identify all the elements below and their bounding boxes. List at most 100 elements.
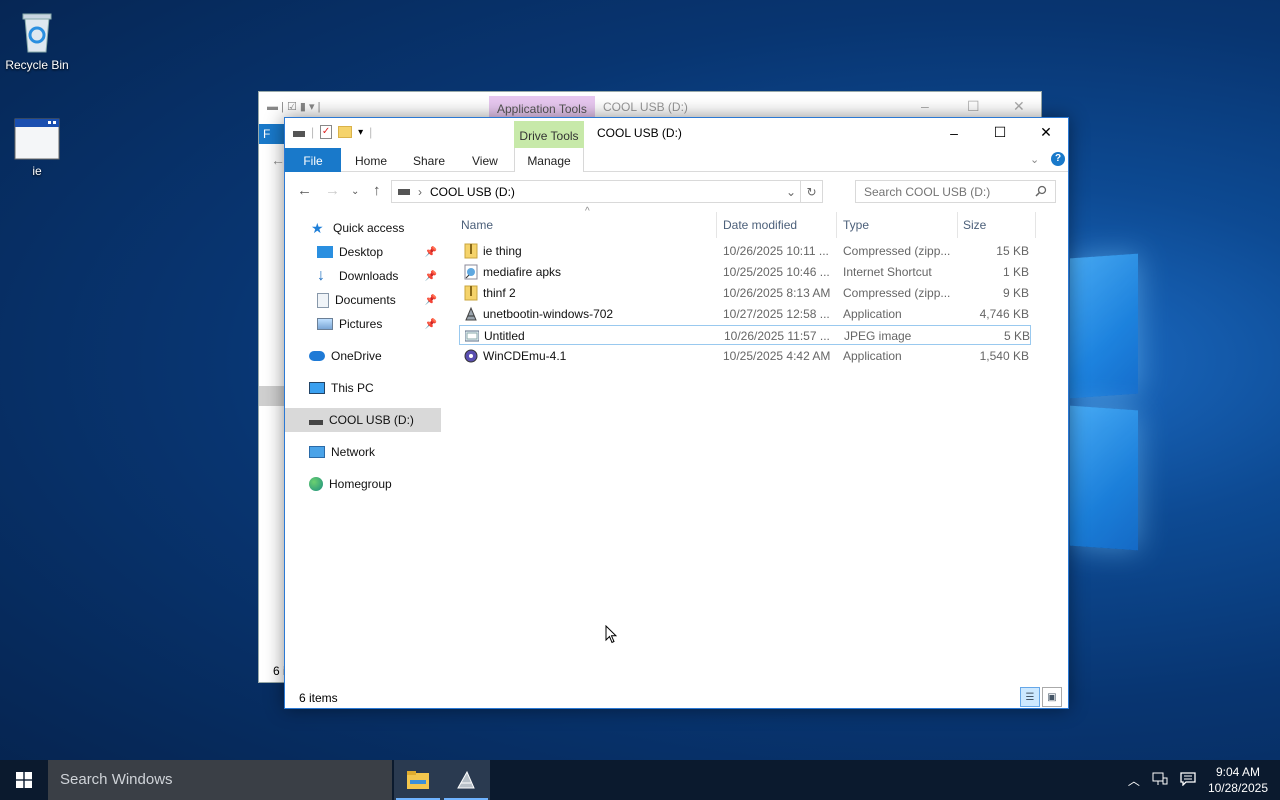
tab-manage[interactable]: Manage bbox=[514, 148, 584, 172]
pin-icon[interactable]: 📌 bbox=[425, 247, 437, 258]
column-header-name[interactable]: Name bbox=[457, 212, 715, 238]
file-name: thinf 2 bbox=[483, 286, 516, 300]
close-button[interactable]: ✕ bbox=[1023, 118, 1069, 147]
taskbar-search-box[interactable]: Search Windows bbox=[48, 760, 392, 800]
network-status-icon[interactable] bbox=[1152, 772, 1168, 789]
homegroup-icon bbox=[309, 477, 323, 491]
column-header-size[interactable]: Size bbox=[959, 212, 1035, 238]
tab-home[interactable]: Home bbox=[355, 148, 387, 172]
file-date: 10/26/2025 10:11 ... bbox=[723, 244, 829, 258]
file-name: ie thing bbox=[483, 244, 522, 258]
drive-icon bbox=[398, 188, 410, 195]
title-bar[interactable]: | ✓ ▾ | Drive Tools COOL USB (D:) – ☐ ✕ bbox=[285, 118, 1068, 148]
details-view-icon[interactable]: ☰ bbox=[1020, 687, 1040, 707]
file-type: Application bbox=[843, 307, 902, 321]
nav-item-homegroup[interactable]: Homegroup bbox=[285, 472, 441, 496]
column-header-date[interactable]: Date modified bbox=[719, 212, 837, 238]
desktop-icon-recycle-bin[interactable]: Recycle Bin bbox=[0, 8, 74, 72]
taskbar-file-explorer[interactable] bbox=[394, 760, 442, 800]
file-size: 1 KB bbox=[1002, 265, 1029, 279]
tab-file[interactable]: File bbox=[285, 148, 341, 172]
ribbon-tabs: File Home Share View Manage ⌄ ? bbox=[285, 148, 1068, 172]
help-icon[interactable]: ? bbox=[1051, 152, 1065, 166]
address-dropdown-icon[interactable]: ⌄ bbox=[786, 185, 796, 199]
large-icons-view-icon[interactable]: ▣ bbox=[1042, 687, 1062, 707]
application-icon bbox=[464, 348, 478, 364]
file-date: 10/26/2025 8:13 AM bbox=[723, 286, 831, 300]
show-hidden-icons-icon[interactable]: ︿ bbox=[1128, 772, 1140, 789]
desktop-icon-ie[interactable]: ie bbox=[0, 118, 74, 178]
chevron-right-icon[interactable]: › bbox=[418, 185, 422, 199]
back-arrow-icon[interactable]: ← bbox=[297, 182, 312, 199]
navigation-pane: ★ Quick access Desktop 📌 ↓ Downloads 📌 D… bbox=[285, 212, 441, 682]
file-row[interactable]: ie thing 10/26/2025 10:11 ... Compressed… bbox=[459, 241, 1031, 261]
back-window-title: COOL USB (D:) bbox=[603, 100, 688, 114]
system-tray: ︿ 9:04 AM 10/28/2025 bbox=[1128, 760, 1268, 800]
file-row[interactable]: thinf 2 10/26/2025 8:13 AM Compressed (z… bbox=[459, 283, 1031, 303]
nav-item-network[interactable]: Network bbox=[285, 440, 441, 464]
file-explorer-window[interactable]: | ✓ ▾ | Drive Tools COOL USB (D:) – ☐ ✕ … bbox=[284, 117, 1069, 709]
maximize-button[interactable]: ☐ bbox=[977, 118, 1023, 147]
recent-locations-icon[interactable]: ⌄ bbox=[351, 186, 359, 197]
column-header-type[interactable]: Type bbox=[839, 212, 957, 238]
tab-share[interactable]: Share bbox=[413, 148, 445, 172]
column-divider[interactable] bbox=[716, 212, 717, 238]
minimize-button[interactable]: – bbox=[931, 118, 977, 147]
new-folder-icon[interactable] bbox=[338, 126, 353, 138]
nav-item-documents[interactable]: Documents 📌 bbox=[285, 288, 441, 312]
network-icon bbox=[309, 446, 325, 458]
start-button[interactable] bbox=[0, 760, 48, 800]
file-row[interactable]: mediafire apks 10/25/2025 10:46 ... Inte… bbox=[459, 262, 1031, 282]
separator: | bbox=[369, 125, 373, 139]
search-input[interactable] bbox=[855, 180, 1056, 203]
file-row[interactable]: WinCDEmu-4.1 10/25/2025 4:42 AM Applicat… bbox=[459, 346, 1031, 366]
maximize-icon: ☐ bbox=[993, 124, 1007, 140]
column-divider[interactable] bbox=[957, 212, 958, 238]
application-icon bbox=[464, 306, 478, 322]
nav-item-cool-usb[interactable]: COOL USB (D:) bbox=[285, 408, 441, 432]
nav-item-onedrive[interactable]: OneDrive bbox=[285, 344, 441, 368]
nav-item-label: Desktop bbox=[339, 245, 384, 259]
navigation-bar: ← → ⌄ ↑ › COOL USB (D:) ⌄ ↻ bbox=[285, 172, 1068, 212]
properties-icon[interactable]: ✓ bbox=[320, 125, 333, 139]
file-date: 10/26/2025 11:57 ... bbox=[724, 329, 830, 343]
action-center-icon[interactable] bbox=[1180, 771, 1196, 789]
app-window-icon bbox=[14, 118, 60, 160]
expand-ribbon-icon[interactable]: ⌄ bbox=[1030, 153, 1039, 166]
nav-item-pictures[interactable]: Pictures 📌 bbox=[285, 312, 441, 336]
nav-item-label: OneDrive bbox=[331, 349, 382, 363]
address-location[interactable]: COOL USB (D:) bbox=[430, 185, 515, 199]
refresh-button[interactable]: ↻ bbox=[801, 180, 823, 203]
customize-qat-icon[interactable]: ▾ bbox=[358, 127, 363, 138]
drive-icon[interactable] bbox=[293, 131, 305, 137]
column-divider[interactable] bbox=[1035, 212, 1036, 238]
pin-icon[interactable]: 📌 bbox=[425, 271, 437, 282]
column-divider[interactable] bbox=[836, 212, 837, 238]
nav-item-label: Quick access bbox=[333, 221, 405, 235]
tab-view[interactable]: View bbox=[472, 148, 498, 172]
taskbar-unetbootin[interactable] bbox=[442, 760, 490, 800]
windows-icon bbox=[16, 772, 32, 788]
nav-item-quick-access[interactable]: ★ Quick access bbox=[285, 216, 441, 240]
address-bar[interactable]: › COOL USB (D:) ⌄ bbox=[391, 180, 801, 203]
cloud-icon bbox=[309, 351, 325, 361]
nav-item-this-pc[interactable]: This PC bbox=[285, 376, 441, 400]
file-row[interactable]: unetbootin-windows-702 10/27/2025 12:58 … bbox=[459, 304, 1031, 324]
zip-folder-icon bbox=[464, 243, 478, 259]
file-size: 15 KB bbox=[996, 244, 1029, 258]
up-arrow-icon[interactable]: ↑ bbox=[373, 182, 381, 199]
nav-item-label: Network bbox=[331, 445, 376, 459]
nav-item-desktop[interactable]: Desktop 📌 bbox=[285, 240, 441, 264]
file-row[interactable]: Untitled 10/26/2025 11:57 ... JPEG image… bbox=[459, 325, 1031, 345]
file-size: 1,540 KB bbox=[979, 349, 1029, 363]
file-name: unetbootin-windows-702 bbox=[483, 307, 614, 321]
nav-item-downloads[interactable]: ↓ Downloads 📌 bbox=[285, 264, 441, 288]
nav-item-label: Pictures bbox=[339, 317, 383, 331]
pin-icon[interactable]: 📌 bbox=[425, 319, 437, 330]
file-date: 10/25/2025 10:46 ... bbox=[723, 265, 830, 279]
pin-icon[interactable]: 📌 bbox=[425, 295, 437, 306]
forward-arrow-icon[interactable]: → bbox=[325, 182, 340, 199]
taskbar-clock[interactable]: 9:04 AM 10/28/2025 bbox=[1208, 764, 1268, 796]
back-arrow-icon: ← bbox=[271, 152, 285, 168]
documents-icon bbox=[317, 292, 329, 308]
